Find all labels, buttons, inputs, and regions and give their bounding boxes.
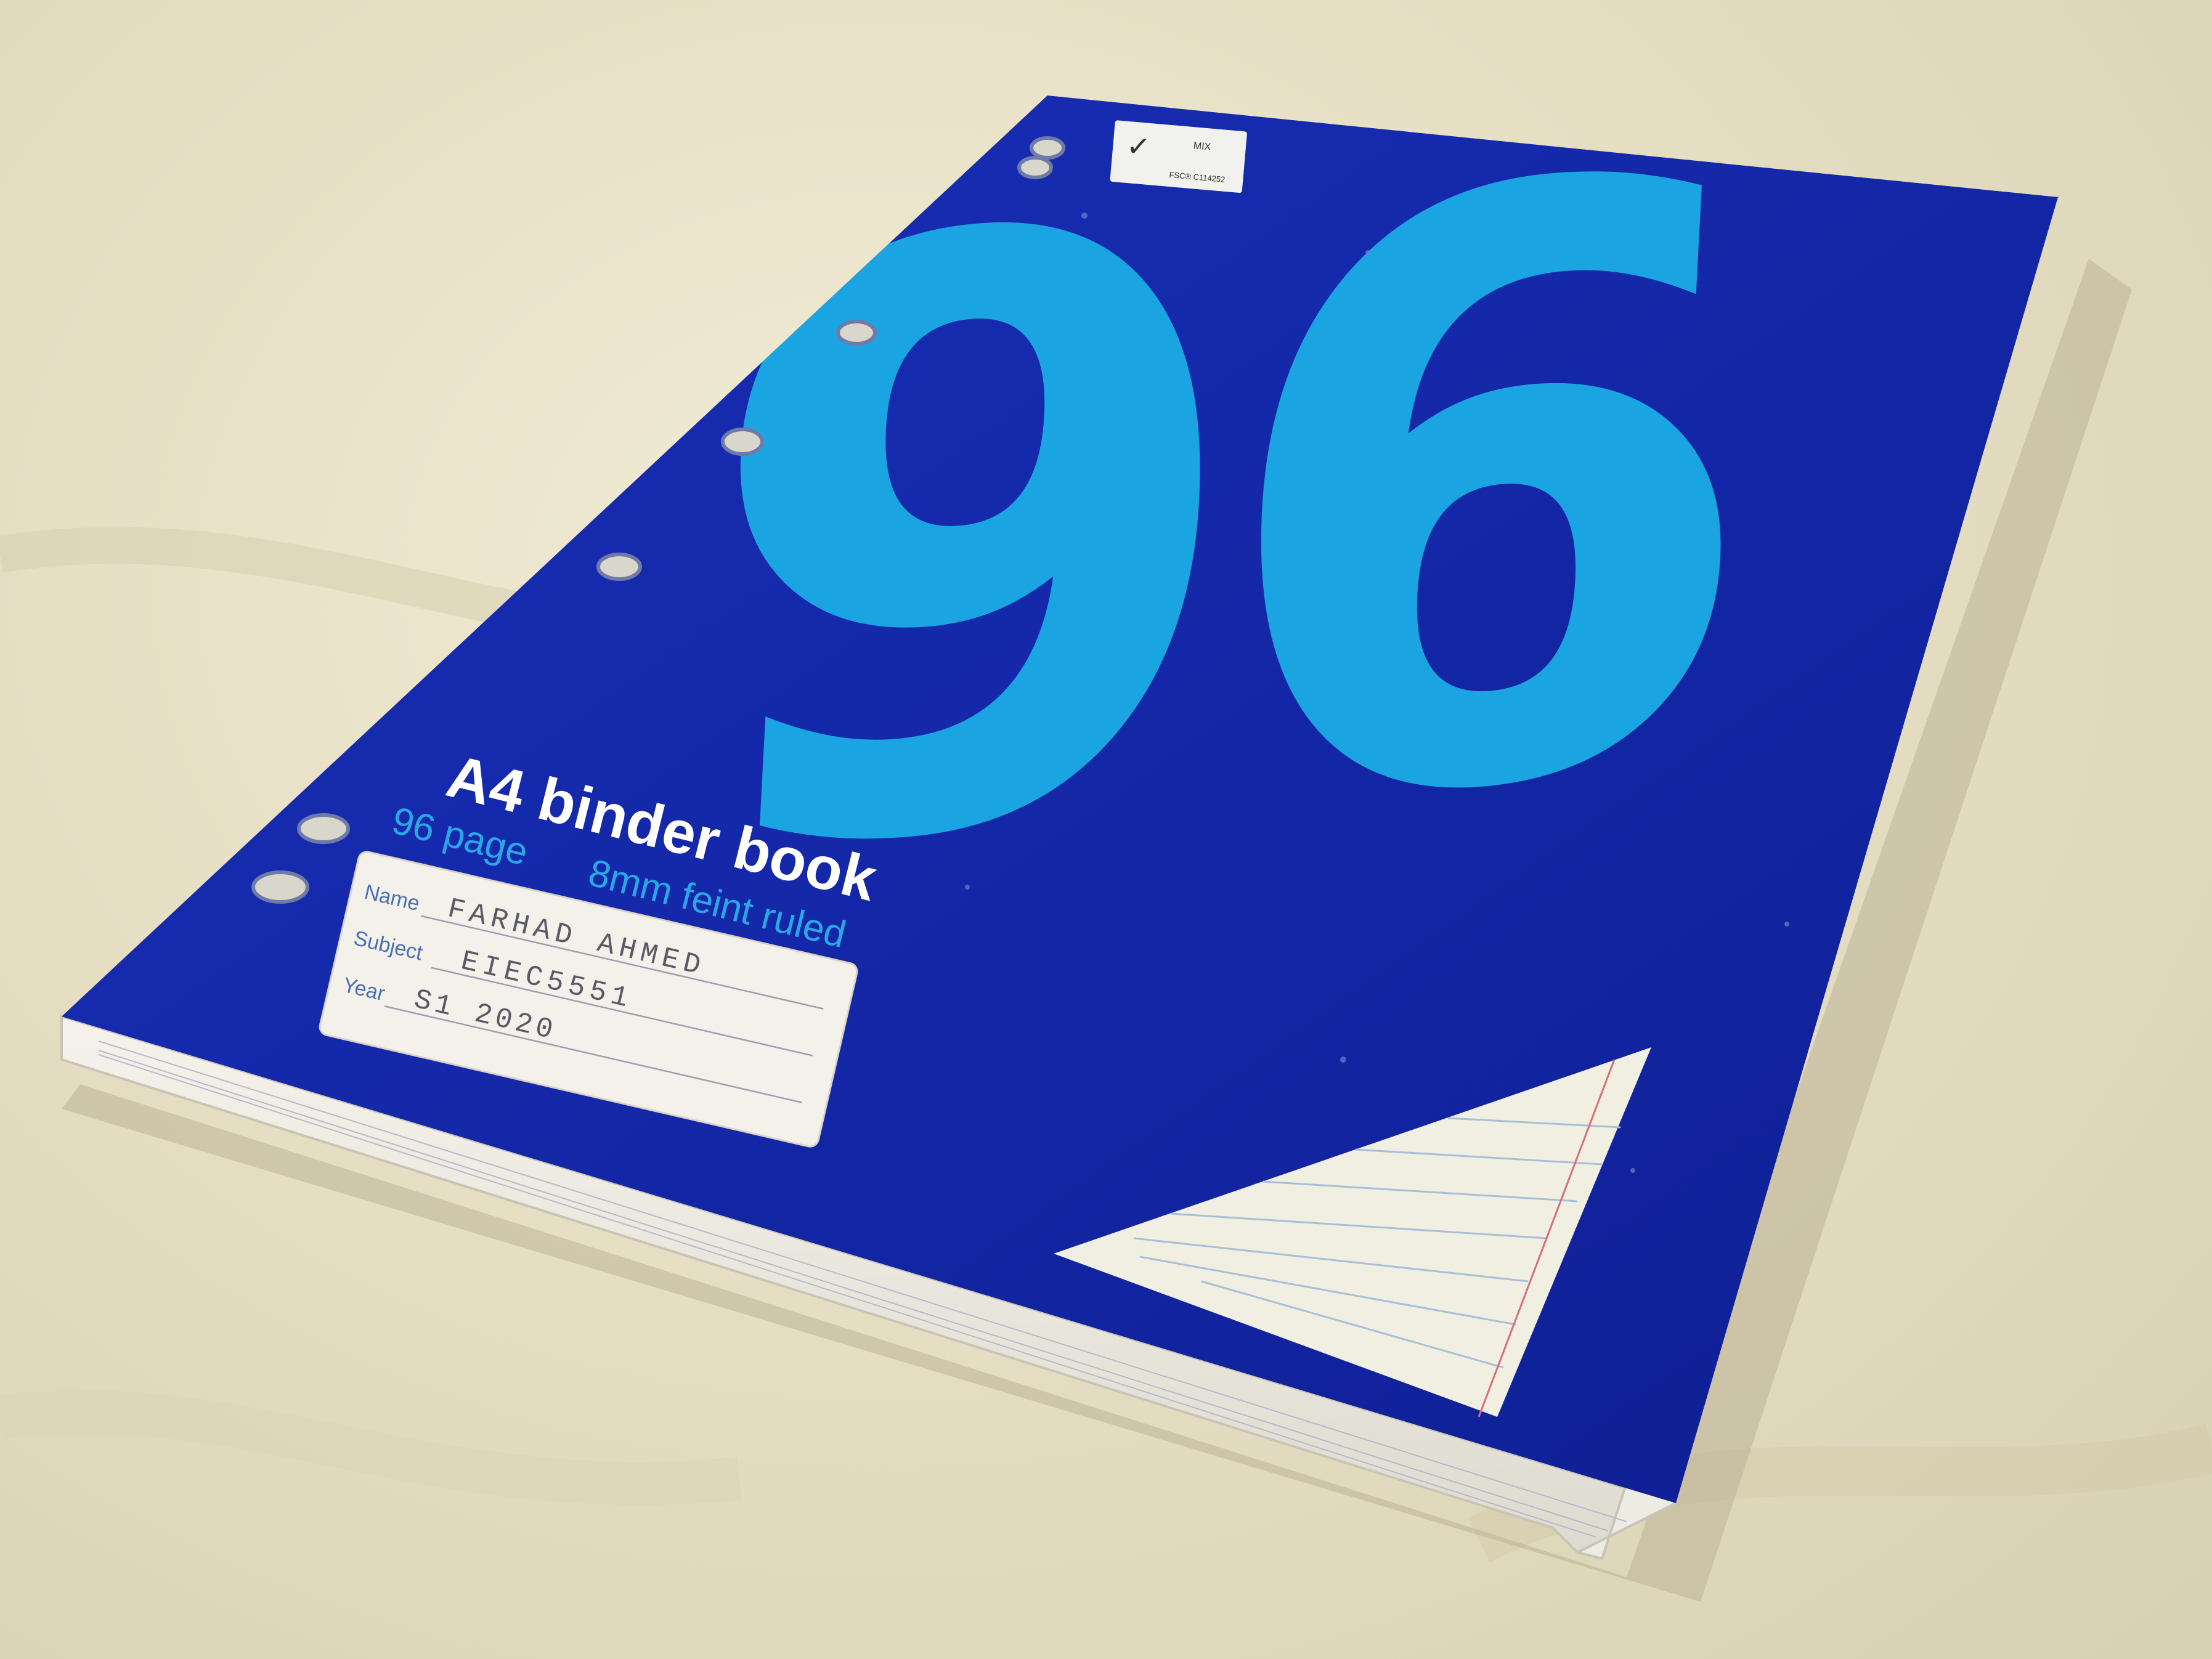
binder-hole bbox=[297, 813, 350, 844]
fsc-logo-icon: ✓ bbox=[1125, 129, 1152, 164]
binder-hole bbox=[721, 428, 764, 456]
notebook-photo: 96 ✓ MIX FSC® C114252 A4 binder book 96 … bbox=[0, 95, 2212, 1602]
binder-hole bbox=[596, 553, 642, 581]
binder-hole bbox=[1017, 156, 1053, 179]
binder-hole bbox=[1030, 136, 1065, 160]
binder-hole bbox=[251, 870, 309, 904]
fsc-mix-label: MIX bbox=[1193, 140, 1211, 152]
binder-hole bbox=[836, 320, 877, 346]
